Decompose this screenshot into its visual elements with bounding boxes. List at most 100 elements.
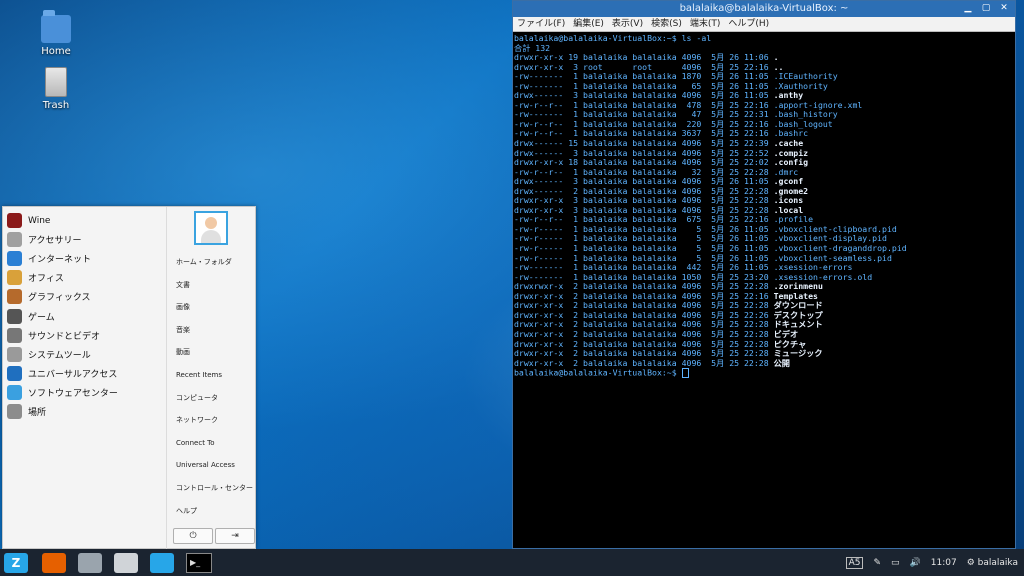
battery-icon[interactable]: ▭	[891, 558, 900, 568]
places-item[interactable]: Universal Access	[167, 454, 255, 477]
category-label: Wine	[28, 215, 51, 226]
places-item[interactable]: ホーム・フォルダ	[167, 251, 255, 274]
terminal-dir-name: 公開	[773, 357, 790, 368]
places-item[interactable]: ネットワーク	[167, 409, 255, 432]
terminal-task-button[interactable]: ▶_	[186, 552, 212, 573]
games-icon	[7, 308, 22, 324]
desktop-icon-home[interactable]: Home	[26, 10, 86, 57]
terminal-dir-name: .gconf	[773, 176, 804, 187]
category-item[interactable]: インターネット	[3, 249, 166, 268]
close-icon[interactable]: ✕	[996, 2, 1012, 15]
terminal-dir-name: .icons	[773, 195, 804, 206]
terminal-line-text: drwx------ 3 balalaika balalaika 4096 5月…	[514, 147, 774, 158]
folder-home-icon	[41, 10, 71, 43]
office-icon	[7, 270, 22, 286]
desktop-icon-trash[interactable]: Trash	[26, 67, 86, 111]
category-label: ユニバーサルアクセス	[28, 369, 118, 380]
volume-icon[interactable]: 🔊	[910, 558, 921, 568]
terminal-dir-name: .compiz	[773, 147, 809, 158]
places-item[interactable]: コントロール・センター	[167, 477, 255, 500]
terminal-line-text: -rw-r--r-- 1 balalaika balalaika 675 5月 …	[514, 214, 814, 225]
category-item[interactable]: ゲーム	[3, 306, 166, 325]
terminal-line-text: drwxr-xr-x 2 balalaika balalaika 4096 5月…	[514, 290, 774, 301]
category-label: サウンドとビデオ	[28, 331, 101, 342]
terminal-line: balalaika@balalaika-VirtualBox:~$ ls -al	[514, 33, 1015, 44]
system-icon[interactable]	[114, 552, 138, 573]
terminal-dir-name: ドキュメント	[773, 319, 823, 330]
terminal-dir-name: ..	[773, 61, 784, 72]
menu-search[interactable]: 検索(S)	[651, 17, 682, 31]
menu-edit[interactable]: 編集(E)	[573, 17, 604, 31]
terminal-line-text: -rw-r----- 1 balalaika balalaika 5 5月 26…	[514, 233, 887, 244]
terminal-dir-name: デスクトップ	[773, 309, 823, 320]
menu-terminal[interactable]: 端末(T)	[690, 17, 721, 31]
user-name: balalaika	[977, 557, 1018, 568]
terminal-line-text: drwxr-xr-x 2 balalaika balalaika 4096 5月…	[514, 300, 774, 311]
terminal-line-text: drwxr-xr-x 2 balalaika balalaika 4096 5月…	[514, 319, 774, 330]
terminal-dir-name: .local	[773, 204, 804, 215]
category-label: インターネット	[28, 255, 92, 266]
terminal-line-text: -rw-r----- 1 balalaika balalaika 5 5月 26…	[514, 223, 897, 234]
places-item[interactable]: 画像	[167, 296, 255, 319]
terminal-dir-name: .cache	[773, 138, 804, 149]
terminal-dir-name: .anthy	[773, 90, 804, 101]
category-item[interactable]: サウンドとビデオ	[3, 326, 166, 345]
category-item[interactable]: ユニバーサルアクセス	[3, 364, 166, 383]
places-item[interactable]: ヘルプ	[167, 500, 255, 523]
terminal-output[interactable]: balalaika@balalaika-VirtualBox:~$ ls -al…	[513, 32, 1015, 379]
terminal-line-text: -rw------- 1 balalaika balalaika 47 5月 2…	[514, 109, 838, 120]
terminal-menubar: ファイル(F) 編集(E) 表示(V) 検索(S) 端末(T) ヘルプ(H)	[513, 17, 1015, 32]
terminal-line-text: drwxr-xr-x 2 balalaika balalaika 4096 5月…	[514, 357, 774, 368]
menu-help[interactable]: ヘルプ(H)	[728, 17, 769, 31]
places-item[interactable]: 音楽	[167, 319, 255, 342]
category-item[interactable]: 場所	[3, 402, 166, 421]
terminal-line-text: drwx------ 2 balalaika balalaika 4096 5月…	[514, 185, 774, 196]
graphics-icon	[7, 289, 22, 305]
minimize-icon[interactable]: ▁	[960, 2, 976, 15]
terminal-line-text: balalaika@balalaika-VirtualBox:~$ ls -al	[514, 33, 712, 43]
logout-button[interactable]: ⇥	[215, 528, 255, 544]
clock[interactable]: 11:07	[931, 558, 957, 568]
maximize-icon[interactable]: ▢	[978, 2, 994, 15]
terminal-line-text: drwx------ 15 balalaika balalaika 4096 5…	[514, 138, 774, 149]
zorin-appearance-icon[interactable]	[150, 552, 174, 573]
category-item[interactable]: システムツール	[3, 345, 166, 364]
terminal-prompt-line: balalaika@balalaika-VirtualBox:~$	[514, 368, 1015, 379]
menu-view[interactable]: 表示(V)	[612, 17, 643, 31]
power-button[interactable]: ⏻	[173, 528, 213, 544]
places-item[interactable]: 文書	[167, 274, 255, 297]
terminal-cursor	[681, 368, 689, 379]
places-item[interactable]: Recent Items	[167, 364, 255, 387]
terminal-dir-name: .	[773, 52, 779, 63]
terminal-dir-name: .zorinmenu	[773, 281, 823, 292]
firefox-icon[interactable]	[42, 552, 66, 573]
terminal-dir-name: ビデオ	[773, 328, 799, 339]
places-item[interactable]: 動画	[167, 341, 255, 364]
menu-file[interactable]: ファイル(F)	[517, 17, 565, 31]
user-menu[interactable]: ⚙ balalaika	[967, 558, 1018, 568]
gear-icon: ⚙	[966, 557, 975, 568]
pen-icon[interactable]: ✎	[873, 558, 881, 568]
terminal-line-text: drwxr-xr-x 2 balalaika balalaika 4096 5月…	[514, 328, 774, 339]
places-item[interactable]: Connect To	[167, 432, 255, 455]
category-item[interactable]: ソフトウェアセンター	[3, 383, 166, 402]
terminal-titlebar[interactable]: balalaika@balalaika-VirtualBox: ~ ▁ ▢ ✕	[513, 1, 1015, 17]
category-label: アクセサリー	[28, 236, 82, 247]
places-item[interactable]: コンピュータ	[167, 387, 255, 410]
avatar[interactable]	[194, 211, 228, 245]
start-menu-categories: Wine アクセサリー インターネットオフィス グラフィックス ゲームサウンドとビデオシ…	[3, 207, 167, 552]
category-item[interactable]: オフィス	[3, 268, 166, 287]
category-label: システムツール	[28, 350, 91, 361]
desktop-icon-label: Home	[41, 46, 71, 57]
keyboard-layout-icon[interactable]: A5	[845, 556, 864, 569]
window-title: balalaika@balalaika-VirtualBox: ~	[679, 3, 849, 14]
start-menu-places: ホーム・フォルダ 文書 画像 音楽 動画 Recent Items コンピュータ ネットワーク…	[167, 207, 255, 548]
category-item[interactable]: グラフィックス	[3, 287, 166, 306]
terminal-window[interactable]: balalaika@balalaika-VirtualBox: ~ ▁ ▢ ✕ …	[512, 0, 1016, 549]
terminal-line-text: 合計 132	[514, 42, 551, 53]
category-item[interactable]: アクセサリー	[3, 230, 166, 249]
category-item[interactable]: Wine	[3, 211, 166, 230]
start-button[interactable]: Z	[4, 552, 28, 573]
file-manager-icon[interactable]	[78, 552, 102, 573]
terminal-line-text: -rw-r----- 1 balalaika balalaika 5 5月 26…	[514, 243, 907, 254]
